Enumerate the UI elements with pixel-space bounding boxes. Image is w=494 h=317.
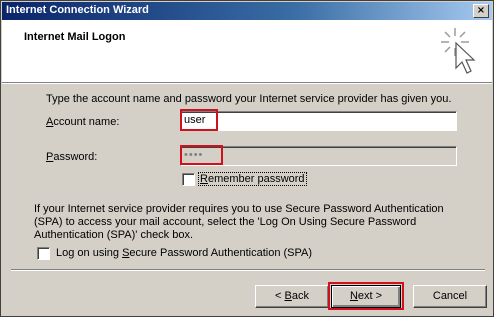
button-separator: [11, 269, 485, 271]
close-icon: ×: [476, 5, 486, 16]
remember-password-label[interactable]: Remember password: [198, 172, 307, 186]
password-label: Password:: [46, 151, 98, 163]
close-button[interactable]: ×: [473, 4, 489, 18]
account-name-input[interactable]: user: [180, 111, 457, 131]
spa-description-line3: Authentication (SPA)' check box.: [34, 229, 194, 241]
account-name-value: user: [184, 114, 206, 126]
account-name-label: Account name:: [46, 116, 120, 128]
password-value: ••••: [184, 149, 204, 161]
password-input[interactable]: ••••: [180, 146, 457, 166]
spa-description-line1: If your Internet service provider requir…: [34, 203, 444, 215]
header-divider: [2, 83, 492, 84]
cancel-button[interactable]: Cancel: [413, 285, 487, 308]
next-button[interactable]: Next >: [331, 285, 401, 308]
wizard-header: Internet Mail Logon: [2, 20, 492, 83]
window-title: Internet Connection Wizard: [6, 4, 149, 16]
wizard-cursor-sparkle-icon: [441, 28, 476, 74]
instructions-text: Type the account name and password your …: [46, 93, 452, 105]
remember-password-checkbox[interactable]: [182, 173, 195, 186]
spa-checkbox-label[interactable]: Log on using Secure Password Authenticat…: [56, 247, 312, 259]
title-bar[interactable]: Internet Connection Wizard ×: [2, 2, 492, 20]
page-title: Internet Mail Logon: [24, 31, 126, 43]
wizard-window: Internet Connection Wizard × Internet Ma…: [0, 0, 494, 317]
spa-description-line2: (SPA) to access your mail account, selec…: [34, 216, 417, 228]
spa-checkbox[interactable]: [37, 247, 50, 260]
back-button[interactable]: < Back: [255, 285, 329, 308]
